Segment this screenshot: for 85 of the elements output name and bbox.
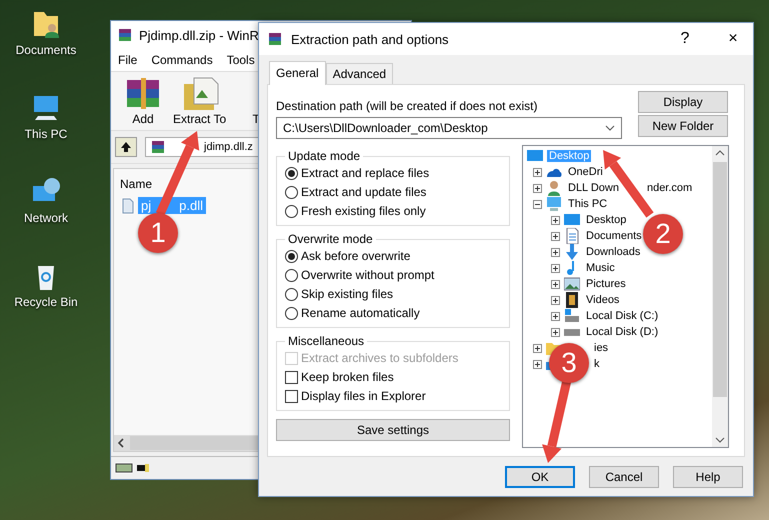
- group-title: Overwrite mode: [287, 232, 374, 246]
- monitor-icon: [564, 212, 580, 228]
- chevron-down-icon: [715, 437, 725, 443]
- destination-label: Destination path (will be created if does not exist): [276, 99, 538, 113]
- tree-item[interactable]: Downloads: [584, 246, 642, 258]
- document-icon: [564, 228, 580, 244]
- tree-item[interactable]: Local Disk (C:): [584, 310, 660, 322]
- radio-option[interactable]: Rename automatically: [285, 305, 501, 321]
- chevron-left-icon: [118, 438, 124, 448]
- file-icon: [120, 198, 136, 214]
- window-title: Pjdimp.dll.zip - WinR: [139, 28, 259, 42]
- desktop-icon-label[interactable]: Network: [24, 211, 68, 225]
- tree-item[interactable]: Videos: [584, 294, 622, 306]
- checkbox-option[interactable]: Display files in Explorer: [285, 388, 501, 404]
- radio-option[interactable]: Overwrite without prompt: [285, 267, 501, 283]
- expander-toggle[interactable]: [533, 168, 542, 176]
- expander-toggle[interactable]: [551, 232, 560, 240]
- vertical-scrollbar[interactable]: [712, 146, 728, 447]
- up-arrow-icon: [121, 142, 131, 152]
- expander-toggle[interactable]: [533, 360, 542, 368]
- desktop-icon-label[interactable]: This PC: [24, 127, 68, 141]
- expander-toggle[interactable]: [533, 200, 542, 208]
- radio-option[interactable]: Ask before overwrite: [285, 248, 501, 264]
- chevron-down-icon: [605, 125, 615, 131]
- archive-icon: [117, 27, 133, 43]
- menu-item[interactable]: File: [118, 53, 138, 67]
- dialog-button[interactable]: OK: [505, 466, 575, 488]
- column-header[interactable]: Name: [120, 177, 152, 191]
- computer-icon: [546, 196, 562, 212]
- expander-toggle[interactable]: [551, 296, 560, 304]
- group-title: Update mode: [287, 149, 362, 163]
- tree-item[interactable]: Pictures: [584, 278, 628, 290]
- tab[interactable]: General: [269, 61, 326, 85]
- archive-icon: [150, 139, 166, 155]
- monitor-icon: [527, 148, 543, 164]
- radio-option[interactable]: Skip existing files: [285, 286, 501, 302]
- tree-item[interactable]: Local Disk (D:): [584, 326, 660, 338]
- expander-toggle[interactable]: [551, 248, 560, 256]
- close-button[interactable]: ×: [713, 24, 753, 54]
- toolbar-button[interactable]: Extract To: [171, 76, 228, 126]
- tree-item[interactable]: Desktop: [584, 214, 628, 226]
- archive-icon: [267, 31, 283, 47]
- side-button[interactable]: New Folder: [638, 115, 728, 137]
- expander-toggle[interactable]: [551, 264, 560, 272]
- dialog-title: Extraction path and options: [291, 32, 450, 46]
- expander-toggle[interactable]: [551, 280, 560, 288]
- up-folder-button[interactable]: [115, 137, 137, 157]
- group-title: Miscellaneous: [287, 334, 366, 348]
- drive-icon: [564, 328, 580, 336]
- tree-item[interactable]: OneDri: [566, 166, 605, 178]
- tree-item[interactable]: Documents: [584, 230, 644, 242]
- help-button[interactable]: ?: [665, 24, 705, 54]
- drive-icon: [564, 308, 580, 324]
- tree-item-fragment[interactable]: k: [592, 358, 602, 370]
- tab[interactable]: Advanced: [326, 63, 394, 84]
- drive-icon: [115, 461, 151, 475]
- toolbar-button[interactable]: Add: [121, 76, 165, 126]
- radio-option[interactable]: Extract and replace files: [285, 165, 501, 181]
- desktop-icon-label[interactable]: Recycle Bin: [14, 295, 78, 309]
- chevron-up-icon: [715, 150, 725, 156]
- tree-item[interactable]: Music: [584, 262, 617, 274]
- dialog-button[interactable]: Cancel: [589, 466, 659, 488]
- expander-toggle[interactable]: [533, 344, 542, 352]
- dialog-button[interactable]: Help: [673, 466, 743, 488]
- radio-option[interactable]: Fresh existing files only: [285, 203, 501, 219]
- save-settings-button[interactable]: Save settings: [276, 419, 510, 441]
- tree-item[interactable]: This PC: [566, 198, 610, 210]
- tree-item[interactable]: DLL Down: [566, 182, 621, 194]
- expander-toggle[interactable]: [551, 328, 560, 336]
- tree-item-fragment[interactable]: ies: [592, 342, 610, 354]
- menu-item[interactable]: Tools: [226, 53, 255, 67]
- side-button[interactable]: Display: [638, 91, 728, 113]
- checkbox-option[interactable]: Keep broken files: [285, 369, 501, 385]
- person-icon: [546, 180, 562, 196]
- film-icon: [564, 292, 580, 308]
- radio-option[interactable]: Extract and update files: [285, 184, 501, 200]
- expander-toggle[interactable]: [533, 184, 542, 192]
- picture-icon: [564, 276, 580, 292]
- menu-item[interactable]: Commands: [151, 53, 213, 67]
- expander-toggle[interactable]: [551, 216, 560, 224]
- tree-item-fragment[interactable]: nder.com: [644, 182, 694, 194]
- expander-toggle[interactable]: [551, 312, 560, 320]
- destination-path-field[interactable]: C:\Users\DllDownloader_com\Desktop: [276, 117, 622, 139]
- desktop-icon-label[interactable]: Documents: [16, 43, 76, 57]
- down-arrow-icon: [564, 244, 580, 260]
